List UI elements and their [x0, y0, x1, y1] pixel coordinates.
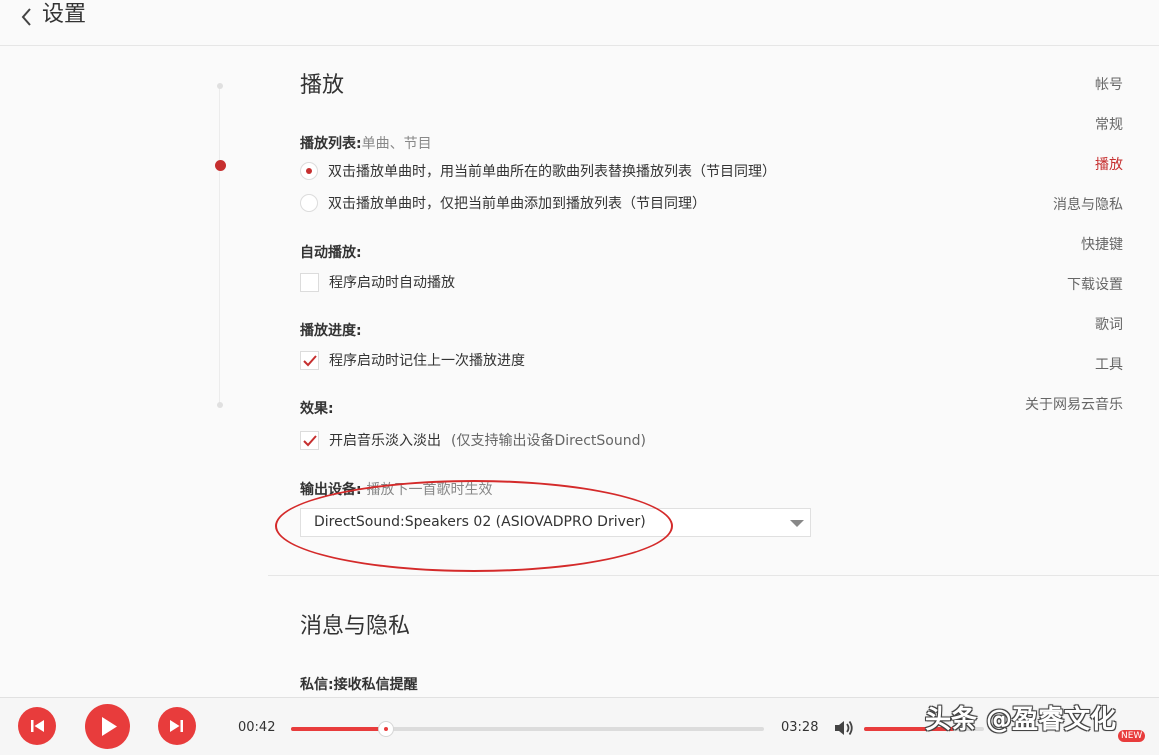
sidebar-item-download[interactable]: 下载设置 — [1067, 275, 1123, 295]
play-icon — [102, 717, 117, 736]
option-label: 双击播放单曲时，仅把当前单曲添加到播放列表（节目同理） — [328, 196, 706, 212]
effects-label: 效果: — [300, 401, 334, 417]
output-device-select[interactable]: DirectSound:Speakers 02 (ASIOVADPRO Driv… — [300, 508, 811, 537]
volume-icon — [835, 720, 853, 736]
sidebar-item-tools[interactable]: 工具 — [1095, 355, 1123, 375]
radio-button[interactable] — [300, 194, 318, 212]
nav-timeline — [219, 86, 220, 406]
sidebar-item-account[interactable]: 帐号 — [1095, 75, 1123, 95]
playlist-label-text: 播放列表: — [300, 136, 362, 152]
sidebar-item-playback[interactable]: 播放 — [1095, 155, 1123, 175]
sidebar-item-lyrics[interactable]: 歌词 — [1095, 315, 1123, 335]
output-device-hint: 播放下一首歌时生效 — [366, 482, 493, 498]
caret-down-icon — [790, 520, 804, 527]
section-title-playback: 播放 — [300, 73, 345, 98]
output-device-label: 输出设备: 播放下一首歌时生效 — [300, 480, 492, 500]
nav-dot — [217, 83, 223, 89]
playlist-hint: 单曲、节目 — [361, 136, 432, 152]
autoplay-label: 自动播放: — [300, 245, 362, 261]
autoplay-option[interactable]: 程序启动时自动播放 — [300, 271, 455, 293]
option-note: (仅支持输出设备DirectSound) — [451, 433, 646, 449]
radio-button-checked[interactable] — [300, 162, 318, 180]
messages-hint: 接收私信提醒 — [333, 677, 418, 693]
nav-dot — [217, 402, 223, 408]
remember-progress-option[interactable]: 程序启动时记住上一次播放进度 — [300, 349, 525, 371]
page-title: 设置 — [42, 2, 87, 27]
option-label: 双击播放单曲时，用当前单曲所在的歌曲列表替换播放列表（节目同理） — [328, 164, 776, 180]
nav-dot-active — [215, 160, 226, 171]
new-badge: NEW — [1118, 730, 1146, 742]
sidebar-item-shortcuts[interactable]: 快捷键 — [1081, 235, 1123, 255]
play-button[interactable] — [85, 704, 130, 749]
output-device-label-text: 输出设备: — [300, 482, 362, 498]
progress-label: 播放进度: — [300, 323, 362, 339]
option-label: 程序启动时记住上一次播放进度 — [329, 353, 525, 369]
playlist-option-replace[interactable]: 双击播放单曲时，用当前单曲所在的歌曲列表替换播放列表（节目同理） — [300, 160, 776, 182]
option-label: 开启音乐淡入淡出 — [329, 433, 441, 449]
next-button[interactable] — [158, 707, 196, 745]
messages-label-text: 私信: — [300, 677, 334, 693]
option-label: 程序启动时自动播放 — [329, 275, 455, 291]
chevron-left-icon — [21, 8, 31, 26]
sidebar-item-privacy[interactable]: 消息与隐私 — [1053, 195, 1123, 215]
fade-effect-option[interactable]: 开启音乐淡入淡出 (仅支持输出设备DirectSound) — [300, 429, 646, 451]
volume-button[interactable] — [833, 718, 855, 738]
previous-button[interactable] — [18, 707, 56, 745]
checkbox-checked[interactable] — [300, 430, 319, 450]
skip-next-icon — [170, 720, 183, 732]
checkbox[interactable] — [300, 272, 319, 292]
progress-bar[interactable] — [291, 721, 764, 737]
watermark: 头条 @盈睿文化 — [925, 705, 1117, 735]
checkmark-icon — [303, 354, 317, 366]
checkbox-checked[interactable] — [300, 350, 319, 370]
elapsed-time: 00:42 — [238, 720, 276, 735]
output-device-value: DirectSound:Speakers 02 (ASIOVADPRO Driv… — [314, 514, 646, 530]
top-bar: 设置 — [0, 0, 1159, 46]
checkmark-icon — [303, 434, 317, 446]
playlist-option-append[interactable]: 双击播放单曲时，仅把当前单曲添加到播放列表（节目同理） — [300, 192, 706, 214]
skip-previous-icon — [31, 720, 44, 732]
section-title-privacy: 消息与隐私 — [300, 614, 411, 639]
progress-handle[interactable] — [377, 721, 394, 737]
progress-fill — [291, 727, 386, 731]
sidebar-item-about[interactable]: 关于网易云音乐 — [1025, 395, 1123, 415]
playlist-label: 播放列表:单曲、节目 — [300, 134, 432, 154]
sidebar-item-general[interactable]: 常规 — [1095, 115, 1123, 135]
total-time: 03:28 — [781, 720, 819, 735]
messages-label: 私信:接收私信提醒 — [300, 675, 418, 695]
section-divider — [268, 575, 1159, 576]
back-button[interactable] — [14, 4, 40, 30]
